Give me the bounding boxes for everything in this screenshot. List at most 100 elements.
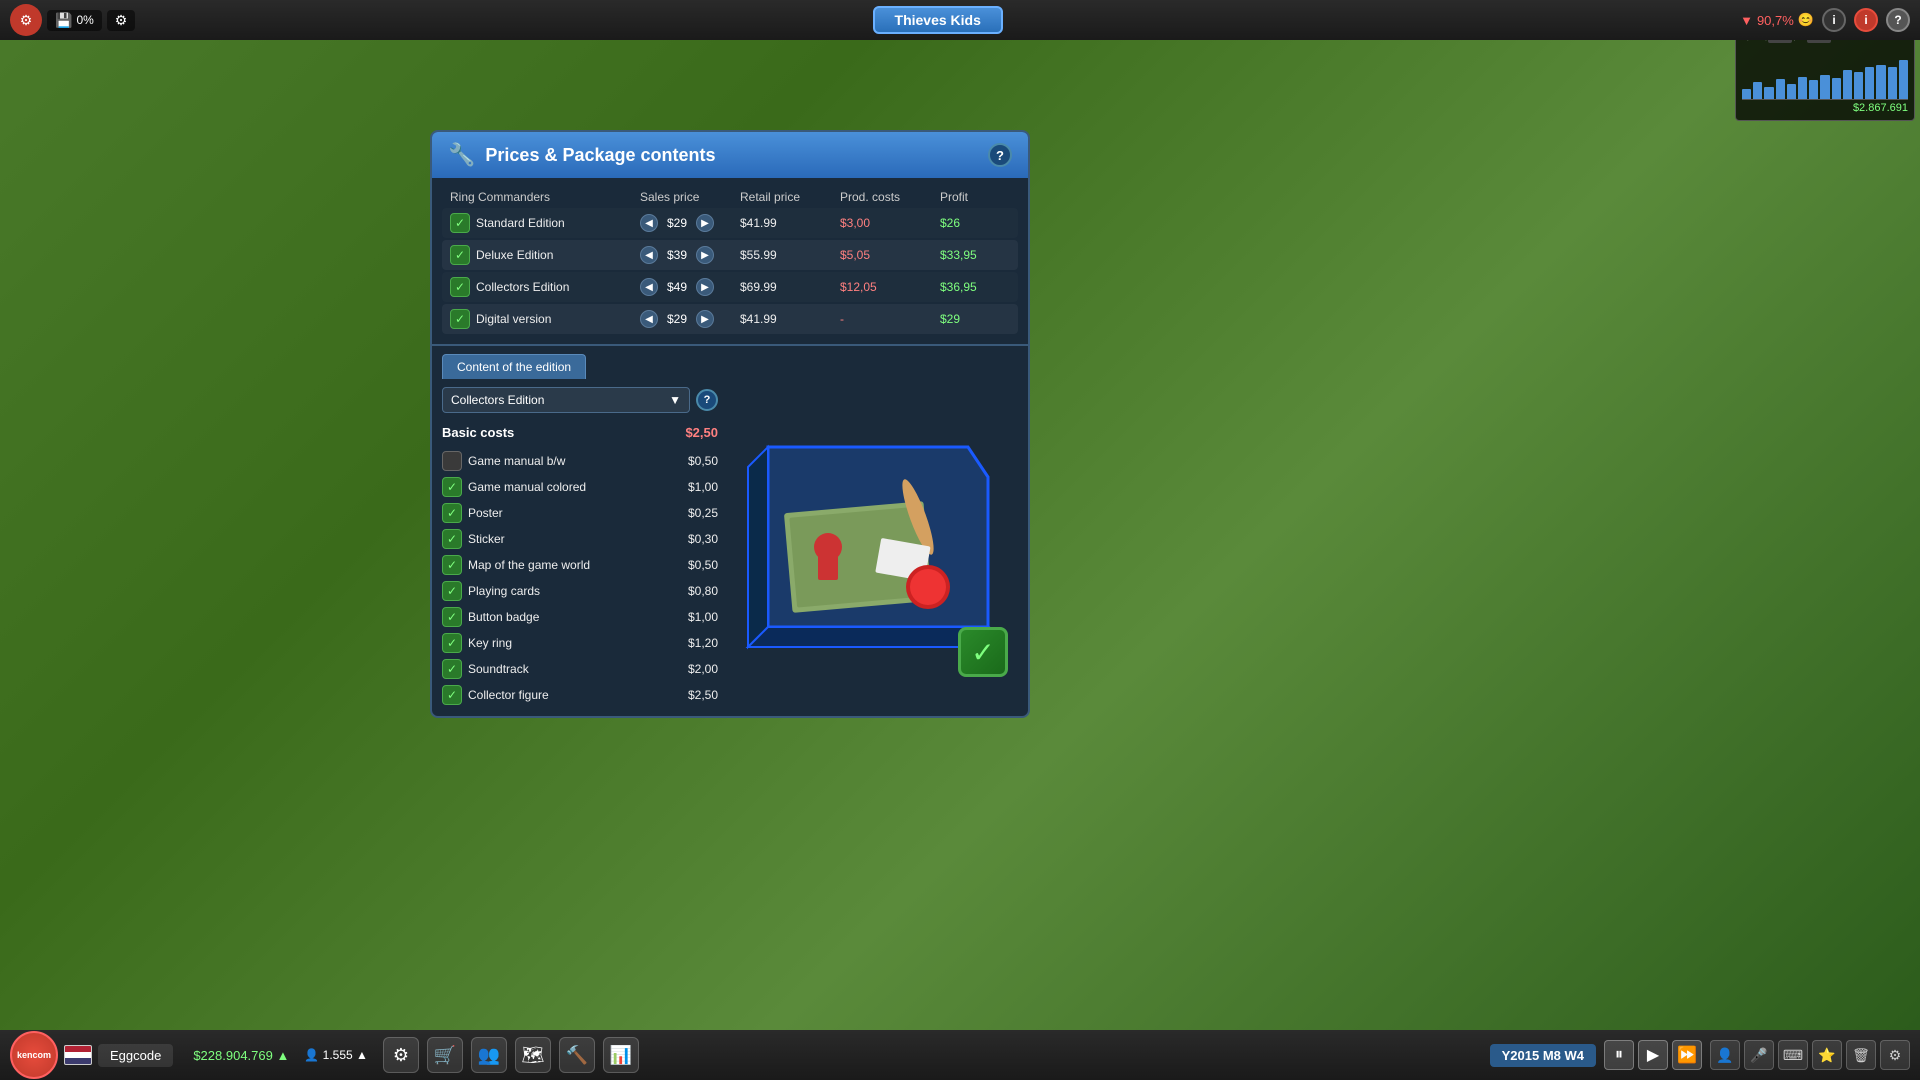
item-sticker: ✓ Sticker $0,30	[442, 526, 718, 552]
info-btn-red[interactable]: i	[1854, 8, 1878, 32]
info-btn-dark[interactable]: i	[1822, 8, 1846, 32]
price-decrease-collectors[interactable]: ◀	[640, 278, 658, 296]
checkbox-collector-figure[interactable]: ✓	[442, 685, 462, 705]
play-btn[interactable]: ▶	[1638, 1040, 1668, 1070]
product-name-standard: ✓ Standard Edition	[450, 213, 640, 233]
game-title-box: Thieves Kids	[873, 6, 1003, 34]
shop-icon-btn[interactable]: 🛒	[427, 1037, 463, 1073]
price-decrease-digital[interactable]: ◀	[640, 310, 658, 328]
price-decrease-standard[interactable]: ◀	[640, 214, 658, 232]
checkbox-game-manual-bw[interactable]: ✓	[442, 451, 462, 471]
user-icon-btn[interactable]: 👤	[1710, 1040, 1740, 1070]
price-val-collectors: $49	[662, 280, 692, 294]
item-label-poster: Poster	[468, 506, 503, 520]
product-name-deluxe: ✓ Deluxe Edition	[450, 245, 640, 265]
settings-icon-btn[interactable]: ⚙	[383, 1037, 419, 1073]
price-increase-standard[interactable]: ▶	[696, 214, 714, 232]
item-soundtrack: ✓ Soundtrack $2,00	[442, 656, 718, 682]
bottom-action-icons: 👤 🎤 ⌨ ⭐ 🗑 ⚙	[1710, 1040, 1910, 1070]
item-left-game-manual-bw: ✓ Game manual b/w	[442, 451, 565, 471]
fast-btn[interactable]: ⏩	[1672, 1040, 1702, 1070]
items-list: ✓ Game manual b/w $0,50 ✓ Game manual co…	[442, 448, 718, 708]
chart-bar	[1888, 67, 1897, 99]
profit-standard: $26	[940, 216, 1010, 230]
checkbox-game-manual-colored[interactable]: ✓	[442, 477, 462, 497]
check-collectors[interactable]: ✓	[450, 277, 470, 297]
chart-bar	[1798, 77, 1807, 99]
item-left-poster: ✓ Poster	[442, 503, 503, 523]
build-icon-btn[interactable]: 🔨	[559, 1037, 595, 1073]
item-cost-poster: $0,25	[688, 506, 718, 520]
game-title: Thieves Kids	[895, 12, 981, 28]
product-name-collectors: ✓ Collectors Edition	[450, 277, 640, 297]
trash-icon-btn[interactable]: 🗑	[1846, 1040, 1876, 1070]
star-icon-btn[interactable]: ⭐	[1812, 1040, 1842, 1070]
checkbox-soundtrack[interactable]: ✓	[442, 659, 462, 679]
prices-package-modal: 🔧 Prices & Package contents ? Ring Comma…	[430, 130, 1030, 718]
item-left-collector-figure: ✓ Collector figure	[442, 685, 549, 705]
edition-dropdown[interactable]: Collectors Edition ▼	[442, 387, 690, 413]
modal-header-icon: 🔧	[448, 142, 475, 168]
mic-icon-btn[interactable]: 🎤	[1744, 1040, 1774, 1070]
item-collector-figure: ✓ Collector figure $2,50	[442, 682, 718, 708]
check-deluxe[interactable]: ✓	[450, 245, 470, 265]
item-left-soundtrack: ✓ Soundtrack	[442, 659, 529, 679]
item-cost-game-manual-colored: $1,00	[688, 480, 718, 494]
map-icon-btn[interactable]: 🗺	[515, 1037, 551, 1073]
checkbox-map[interactable]: ✓	[442, 555, 462, 575]
chart-bar	[1753, 82, 1762, 99]
price-increase-collectors[interactable]: ▶	[696, 278, 714, 296]
pause-btn[interactable]: ⏸	[1604, 1040, 1634, 1070]
chart-bar	[1809, 80, 1818, 99]
bottom-icons: ⚙ 🛒 👥 🗺 🔨 📊	[373, 1037, 649, 1073]
company-name: Eggcode	[98, 1044, 173, 1067]
item-label-button-badge: Button badge	[468, 610, 539, 624]
item-cost-collector-figure: $2,50	[688, 688, 718, 702]
people-icon-btn[interactable]: 👥	[471, 1037, 507, 1073]
checkbox-key-ring[interactable]: ✓	[442, 633, 462, 653]
top-bar-right: ▼ 90,7% 😊 i i ?	[1740, 8, 1920, 32]
item-left-game-manual-colored: ✓ Game manual colored	[442, 477, 586, 497]
gear2-icon-btn[interactable]: ⚙	[1880, 1040, 1910, 1070]
chart-icon-btn[interactable]: 📊	[603, 1037, 639, 1073]
chart-bar	[1820, 75, 1829, 100]
item-left-playing-cards: ✓ Playing cards	[442, 581, 540, 601]
price-ctrl-collectors: ◀ $49 ▶	[640, 278, 740, 296]
money-value: $228.904.769	[193, 1048, 273, 1063]
rating-value: 90,7%	[1757, 13, 1794, 28]
price-increase-deluxe[interactable]: ▶	[696, 246, 714, 264]
item-label-key-ring: Key ring	[468, 636, 512, 650]
item-label-game-manual-colored: Game manual colored	[468, 480, 586, 494]
chart-bar	[1787, 84, 1796, 99]
product-row-collectors: ✓ Collectors Edition ◀ $49 ▶ $69.99 $12,…	[442, 272, 1018, 302]
price-increase-digital[interactable]: ▶	[696, 310, 714, 328]
checkbox-sticker[interactable]: ✓	[442, 529, 462, 549]
check-standard[interactable]: ✓	[450, 213, 470, 233]
tab-content-edition[interactable]: Content of the edition	[442, 354, 586, 379]
confirm-button[interactable]: ✓	[958, 627, 1008, 677]
chart-bar	[1832, 78, 1841, 99]
item-playing-cards: ✓ Playing cards $0,80	[442, 578, 718, 604]
price-decrease-deluxe[interactable]: ◀	[640, 246, 658, 264]
bottom-money: $228.904.769 ▲	[183, 1048, 299, 1063]
profit-collectors: $36,95	[940, 280, 1010, 294]
basic-costs-value: $2,50	[685, 425, 718, 440]
item-game-manual-colored: ✓ Game manual colored $1,00	[442, 474, 718, 500]
item-label-collector-figure: Collector figure	[468, 688, 549, 702]
col-costs: Prod. costs	[840, 190, 940, 204]
info-btn-gray[interactable]: ?	[1886, 8, 1910, 32]
keyboard-icon-btn[interactable]: ⌨	[1778, 1040, 1808, 1070]
checkbox-button-badge[interactable]: ✓	[442, 607, 462, 627]
chart-bar	[1876, 65, 1885, 99]
bottom-bar: kencom Eggcode $228.904.769 ▲ 👤 1.555 ▲ …	[0, 1030, 1920, 1080]
chart-area	[1742, 50, 1908, 100]
modal-help-button[interactable]: ?	[988, 143, 1012, 167]
edition-help-button[interactable]: ?	[696, 389, 718, 411]
checkbox-playing-cards[interactable]: ✓	[442, 581, 462, 601]
edition-selector-row: Collectors Edition ▼ ?	[442, 387, 718, 413]
profit-deluxe: $33,95	[940, 248, 1010, 262]
check-digital[interactable]: ✓	[450, 309, 470, 329]
edition-left: Collectors Edition ▼ ? Basic costs $2,50…	[442, 387, 718, 708]
checkbox-poster[interactable]: ✓	[442, 503, 462, 523]
cost-collectors: $12,05	[840, 280, 940, 294]
